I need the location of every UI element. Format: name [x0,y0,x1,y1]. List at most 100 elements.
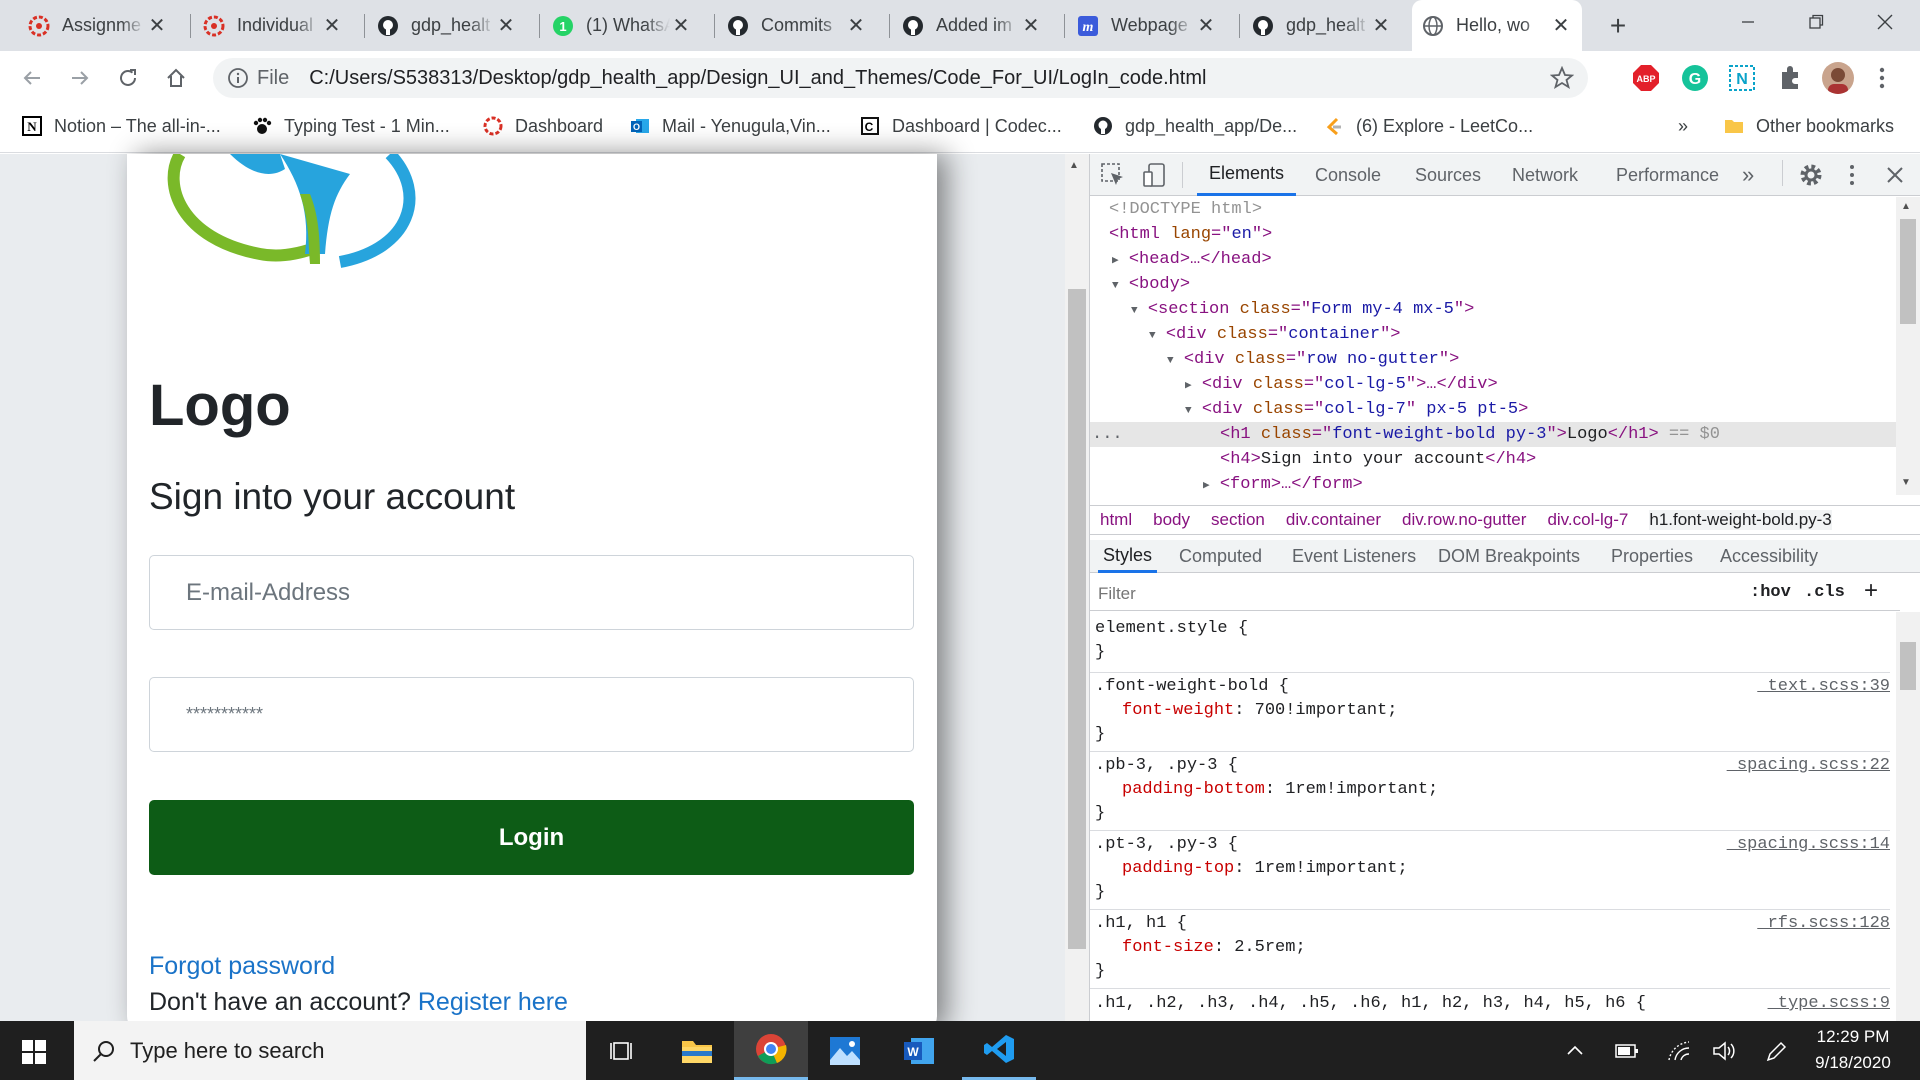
inspect-element-icon[interactable] [1100,162,1126,188]
taskbar-clock[interactable]: 12:29 PM 9/18/2020 [1808,1024,1898,1076]
chrome-taskbar-icon[interactable] [734,1021,808,1080]
bookmark-mail[interactable]: O Mail - Yenugula,Vin... [630,112,831,140]
source-link[interactable]: _type.scss:9 [1768,992,1890,1016]
bookmark-github[interactable]: gdp_health_app/De... [1093,112,1297,140]
windows-start-icon[interactable] [22,1040,46,1064]
subtab-event-listeners[interactable]: Event Listeners [1290,540,1418,573]
dom-body[interactable]: ▼ <body> [1112,272,1190,297]
back-icon[interactable] [14,60,50,96]
scroll-down-arrow-icon[interactable]: ▼ [1901,477,1911,488]
close-devtools-icon[interactable] [1884,164,1906,186]
forward-icon[interactable] [62,60,98,96]
dom-div-container[interactable]: ▼ <div class="container"> [1149,322,1400,347]
declaration[interactable]: padding-bottom: 1rem!important; [1122,778,1438,802]
tab-2[interactable]: gdp_healt ✕ [367,0,527,51]
rule-element-style[interactable]: element.style { [1095,617,1248,641]
tab-5[interactable]: Added im ✕ [892,0,1052,51]
tab-1[interactable]: Individual ✕ [193,0,353,51]
bookmark-codecademy[interactable]: C Dashboard | Codec... [860,112,1062,140]
scroll-up-arrow-icon[interactable]: ▲ [1901,201,1911,212]
email-field[interactable]: E-mail-Address [149,555,914,630]
rule-font-weight-bold[interactable]: .font-weight-bold { [1095,675,1289,699]
restore-button[interactable] [1786,0,1846,44]
source-link[interactable]: _spacing.scss:22 [1727,754,1890,778]
tab-3[interactable]: 1 (1) WhatsA ✕ [542,0,702,51]
close-icon[interactable]: ✕ [1370,15,1392,37]
tab-sources[interactable]: Sources [1403,154,1493,196]
bookmark-leetcode[interactable]: (6) Explore - LeetCo... [1324,112,1533,140]
taskbar-search[interactable]: Type here to search [74,1021,586,1080]
scrollbar-thumb[interactable] [1900,642,1916,690]
battery-icon[interactable] [1614,1040,1640,1062]
rule-h1[interactable]: .h1, h1 { [1095,912,1187,936]
task-view-icon[interactable] [586,1021,660,1080]
dom-doctype[interactable]: <!DOCTYPE html> [1109,197,1262,222]
breadcrumb-body[interactable]: body [1153,510,1190,530]
tab-network[interactable]: Network [1500,154,1590,196]
tab-7[interactable]: gdp_healt ✕ [1242,0,1402,51]
chevron-up-icon[interactable] [1564,1040,1586,1062]
close-icon[interactable]: ✕ [845,15,867,37]
wifi-icon[interactable] [1667,1040,1693,1062]
device-toolbar-icon[interactable] [1142,162,1168,188]
adblock-icon[interactable]: ABP [1632,64,1660,92]
new-style-rule-button[interactable]: + [1864,577,1878,605]
more-tabs-button[interactable]: » [1742,154,1754,196]
scrollbar-thumb[interactable] [1900,219,1916,324]
settings-gear-icon[interactable] [1798,162,1824,188]
dom-h1-selected[interactable]: ... <h1 class="font-weight-bold py-3">Log… [1090,422,1896,447]
tab-0[interactable]: Assignme ✕ [18,0,178,51]
pen-workspace-icon[interactable] [1764,1040,1788,1062]
dom-div-row[interactable]: ▼ <div class="row no-gutter"> [1167,347,1459,372]
forgot-password-link[interactable]: Forgot password [149,952,335,981]
declaration[interactable]: font-size: 2.5rem; [1122,936,1306,960]
grammarly-icon[interactable]: G [1681,64,1709,92]
cls-toggle[interactable]: .cls [1804,583,1845,602]
source-link[interactable]: _text.scss:39 [1757,675,1890,699]
close-icon[interactable]: ✕ [1550,15,1572,37]
rule-py-3-top[interactable]: .pt-3, .py-3 { [1095,833,1238,857]
declaration[interactable]: font-weight: 700!important; [1122,699,1397,723]
subtab-styles[interactable]: Styles [1098,540,1158,573]
source-link[interactable]: _spacing.scss:14 [1727,833,1890,857]
breadcrumb-section[interactable]: section [1211,510,1265,530]
reload-icon[interactable] [110,60,146,96]
info-icon[interactable] [227,67,249,95]
filter-input[interactable] [1094,581,1722,607]
bookmark-typing-test[interactable]: Typing Test - 1 Min... [252,112,450,140]
declaration[interactable]: padding-top: 1rem!important; [1122,857,1408,881]
bookmark-notion[interactable]: N Notion – The all-in-... [22,112,221,140]
password-field[interactable]: *********** [149,677,914,752]
star-icon[interactable] [1549,65,1575,96]
devtools-kebab-icon[interactable] [1842,162,1862,188]
styles-scrollbar[interactable] [1896,612,1920,1021]
register-link[interactable]: Register here [418,988,568,1016]
tab-console[interactable]: Console [1303,154,1393,196]
close-icon[interactable]: ✕ [495,15,517,37]
tab-elements[interactable]: Elements [1197,154,1297,196]
rule-py-3-bottom[interactable]: .pb-3, .py-3 { [1095,754,1238,778]
breadcrumb-div-row[interactable]: div.row.no-gutter [1402,510,1526,530]
file-explorer-icon[interactable] [660,1021,734,1080]
tab-8-active[interactable]: Hello, wo ✕ [1412,0,1582,51]
home-icon[interactable] [158,60,194,96]
page-scrollbar[interactable]: ▲ [1065,154,1089,1021]
bookmarks-overflow-button[interactable]: » [1678,112,1688,140]
puzzle-icon[interactable] [1776,64,1804,92]
close-icon[interactable]: ✕ [1195,15,1217,37]
close-window-button[interactable] [1855,0,1915,44]
dom-head[interactable]: ▶ <head>…</head> [1112,247,1272,272]
tab-6[interactable]: m Webpage ✕ [1067,0,1227,51]
subtab-accessibility[interactable]: Accessibility [1718,540,1820,573]
subtab-properties[interactable]: Properties [1609,540,1695,573]
login-button[interactable]: Login [149,800,914,875]
close-icon[interactable]: ✕ [146,15,168,37]
hov-toggle[interactable]: :hov [1750,583,1791,602]
menu-kebab-icon[interactable] [1870,64,1894,92]
new-tab-button[interactable]: + [1602,10,1634,42]
vscode-icon[interactable] [962,1021,1036,1080]
dom-div-col5[interactable]: ▶ <div class="col-lg-5">…</div> [1185,372,1498,397]
breadcrumb-div-container[interactable]: div.container [1286,510,1381,530]
rule-headings[interactable]: .h1, .h2, .h3, .h4, .h5, .h6, h1, h2, h3… [1095,992,1646,1016]
scroll-up-arrow-icon[interactable]: ▲ [1069,160,1079,171]
